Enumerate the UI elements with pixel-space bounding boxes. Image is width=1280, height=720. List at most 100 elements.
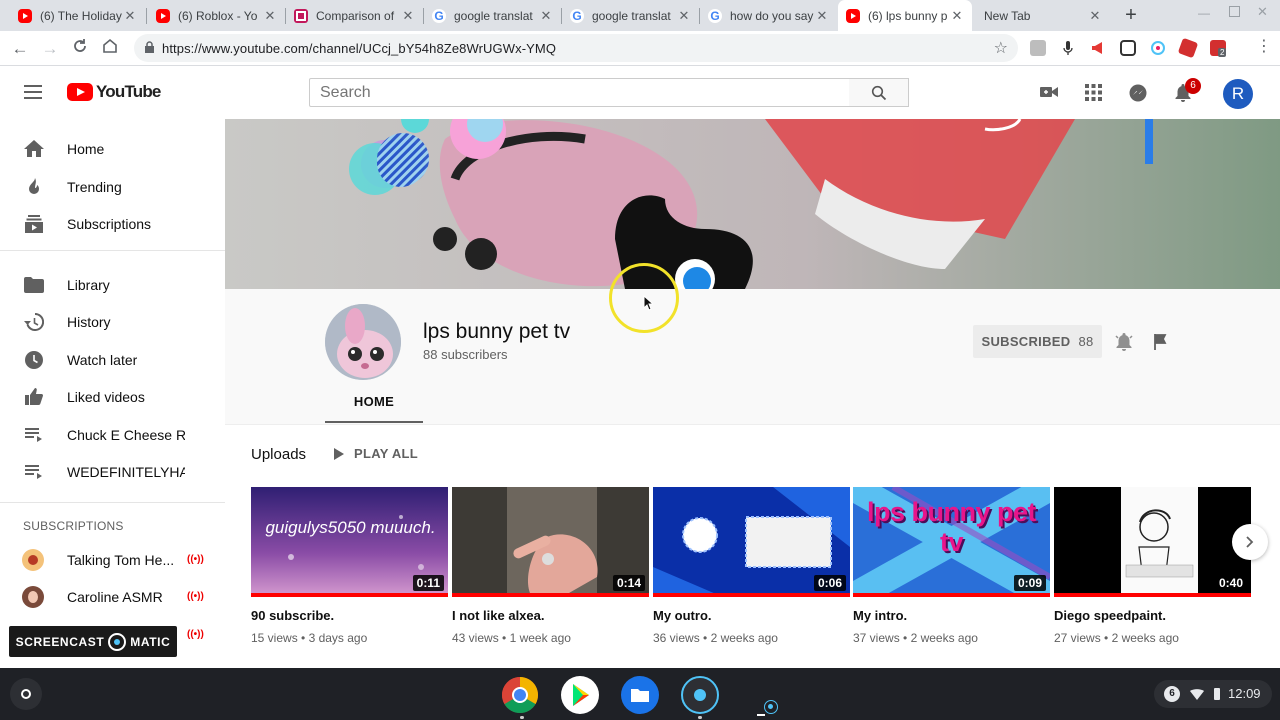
tab-title: Comparison of xyxy=(316,8,395,23)
chrome-menu-icon[interactable]: ⋮ xyxy=(1256,39,1272,55)
microphone-extension-icon[interactable] xyxy=(1060,40,1076,56)
tab-home[interactable]: HOME xyxy=(325,385,423,423)
minimize-button[interactable]: — xyxy=(1198,6,1210,20)
video-card[interactable]: 0:40 Diego speedpaint. 27 views • 2 week… xyxy=(1054,487,1251,645)
megaphone-extension-icon[interactable] xyxy=(1090,40,1106,56)
video-title[interactable]: My intro. xyxy=(853,608,907,623)
clock-time: 12:09 xyxy=(1228,686,1261,701)
video-card[interactable]: lps bunny pet tv 0:09 My intro. 37 views… xyxy=(853,487,1050,645)
live-broadcast-icon: ((•)) xyxy=(187,629,204,640)
new-tab-button[interactable]: + xyxy=(1120,3,1142,27)
messages-icon[interactable] xyxy=(1129,84,1147,102)
youtube-favicon-icon xyxy=(846,8,860,23)
maximize-button[interactable] xyxy=(1229,6,1240,17)
watched-progress-bar xyxy=(853,593,1050,597)
sidebar-item-playlist[interactable]: WEDEFINITELYHA... xyxy=(0,453,225,490)
video-title[interactable]: My outro. xyxy=(653,608,712,623)
search-button[interactable] xyxy=(849,78,909,107)
browser-tab[interactable]: (6) The Holiday ✕ xyxy=(10,0,145,31)
colorful-extension-icon[interactable] xyxy=(1150,40,1166,56)
badge-extension-icon[interactable]: 2 xyxy=(1210,40,1227,57)
close-icon[interactable]: ✕ xyxy=(401,8,415,24)
close-icon[interactable]: ✕ xyxy=(263,8,277,24)
video-duration: 0:09 xyxy=(1013,575,1046,591)
browser-tab[interactable]: (6) Roblox - Yo ✕ xyxy=(148,0,285,31)
play-store-app-icon[interactable] xyxy=(561,676,599,714)
close-icon[interactable]: ✕ xyxy=(677,8,691,24)
browser-tab[interactable]: G google translat ✕ xyxy=(562,0,699,31)
sidebar-item-watch-later[interactable]: Watch later xyxy=(0,341,225,378)
close-icon[interactable]: ✕ xyxy=(123,8,137,24)
address-bar[interactable]: https://www.youtube.com/channel/UCcj_bY5… xyxy=(134,34,1018,62)
video-thumbnail[interactable]: 0:06 xyxy=(653,487,850,597)
uploads-heading[interactable]: Uploads xyxy=(251,446,306,463)
create-video-icon[interactable] xyxy=(1039,84,1059,100)
video-title[interactable]: Diego speedpaint. xyxy=(1054,608,1166,623)
browser-tab[interactable]: Comparison of ✕ xyxy=(286,0,423,31)
channel-avatar[interactable] xyxy=(325,304,401,380)
video-card[interactable]: 0:06 My outro. 36 views • 2 weeks ago xyxy=(653,487,850,645)
home-button[interactable] xyxy=(98,37,122,61)
youtube-logo[interactable]: YouTube xyxy=(67,82,161,102)
app-running-indicator xyxy=(698,716,702,719)
notification-count-badge: 6 xyxy=(1185,78,1201,94)
video-thumbnail[interactable]: lps bunny pet tv 0:09 xyxy=(853,487,1050,597)
sidebar-subscription-item[interactable]: Caroline ASMR ((•)) xyxy=(0,578,225,615)
system-tray[interactable]: 6 12:09 xyxy=(1154,680,1272,708)
browser-tab[interactable]: G how do you say ✕ xyxy=(700,0,837,31)
search-input[interactable] xyxy=(309,78,850,107)
video-title[interactable]: 90 subscribe. xyxy=(251,608,334,623)
reload-icon xyxy=(74,39,86,52)
extension-icon[interactable] xyxy=(1030,40,1046,56)
sidebar-item-label: Watch later xyxy=(67,351,138,368)
launcher-button[interactable] xyxy=(10,678,42,710)
video-card[interactable]: guigulys5050 muuuch. 0:11 90 subscribe. … xyxy=(251,487,448,645)
account-avatar[interactable]: R xyxy=(1223,79,1253,109)
files-app-icon[interactable] xyxy=(621,676,659,714)
browser-tab[interactable]: G google translat ✕ xyxy=(424,0,561,31)
sidebar-item-library[interactable]: Library xyxy=(0,266,225,303)
flag-icon[interactable] xyxy=(1154,334,1168,350)
close-icon[interactable]: ✕ xyxy=(950,8,964,24)
notification-bell-icon[interactable] xyxy=(1115,332,1133,351)
shelf-next-button[interactable] xyxy=(1232,524,1268,560)
home-icon xyxy=(24,139,44,159)
hamburger-menu-icon[interactable] xyxy=(24,85,42,99)
video-card[interactable]: 0:14 I not like alxea. 43 views • 1 week… xyxy=(452,487,649,645)
shield-extension-icon[interactable] xyxy=(1120,40,1136,56)
playlist-icon xyxy=(24,462,44,482)
red-extension-icon[interactable] xyxy=(1177,37,1199,59)
browser-tab-active[interactable]: (6) lps bunny p ✕ xyxy=(838,0,972,31)
notifications-button[interactable]: 6 xyxy=(1174,78,1201,103)
video-thumbnail[interactable]: 0:14 xyxy=(452,487,649,597)
forward-button[interactable]: → xyxy=(38,37,62,61)
subscribed-button[interactable]: SUBSCRIBED 88 xyxy=(973,325,1102,358)
sidebar-item-subscriptions[interactable]: Subscriptions xyxy=(0,205,225,242)
bookmark-star-icon[interactable]: ☆ xyxy=(994,38,1008,58)
video-thumbnail[interactable]: 0:40 xyxy=(1054,487,1251,597)
app-running-indicator xyxy=(757,714,765,716)
play-all-button[interactable]: PLAY ALL xyxy=(334,446,418,461)
sidebar-item-trending[interactable]: Trending xyxy=(0,168,225,205)
tab-title: (6) Roblox - Yo xyxy=(178,8,258,23)
apps-grid-icon[interactable] xyxy=(1085,84,1102,101)
search-icon xyxy=(871,85,887,101)
close-icon[interactable]: ✕ xyxy=(1088,8,1102,24)
sidebar-item-playlist[interactable]: Chuck E Cheese R... xyxy=(0,416,225,453)
back-button[interactable]: ← xyxy=(8,37,32,61)
close-icon[interactable]: ✕ xyxy=(815,8,829,24)
flame-icon xyxy=(24,177,44,197)
sidebar-subscription-item[interactable]: Talking Tom He... ((•)) xyxy=(0,541,225,578)
reload-button[interactable] xyxy=(68,37,92,61)
screencast-app-icon[interactable] xyxy=(681,676,719,714)
browser-tab[interactable]: New Tab ✕ xyxy=(976,0,1110,31)
window-close-button[interactable]: ✕ xyxy=(1257,4,1268,20)
sidebar-item-history[interactable]: History xyxy=(0,303,225,340)
chrome-app-icon[interactable] xyxy=(501,676,539,714)
sidebar-item-liked-videos[interactable]: Liked videos xyxy=(0,378,225,415)
close-icon[interactable]: ✕ xyxy=(539,8,553,24)
video-metadata: 43 views • 1 week ago xyxy=(452,631,571,645)
video-title[interactable]: I not like alxea. xyxy=(452,608,545,623)
video-thumbnail[interactable]: guigulys5050 muuuch. 0:11 xyxy=(251,487,448,597)
sidebar-item-home[interactable]: Home xyxy=(0,130,225,167)
